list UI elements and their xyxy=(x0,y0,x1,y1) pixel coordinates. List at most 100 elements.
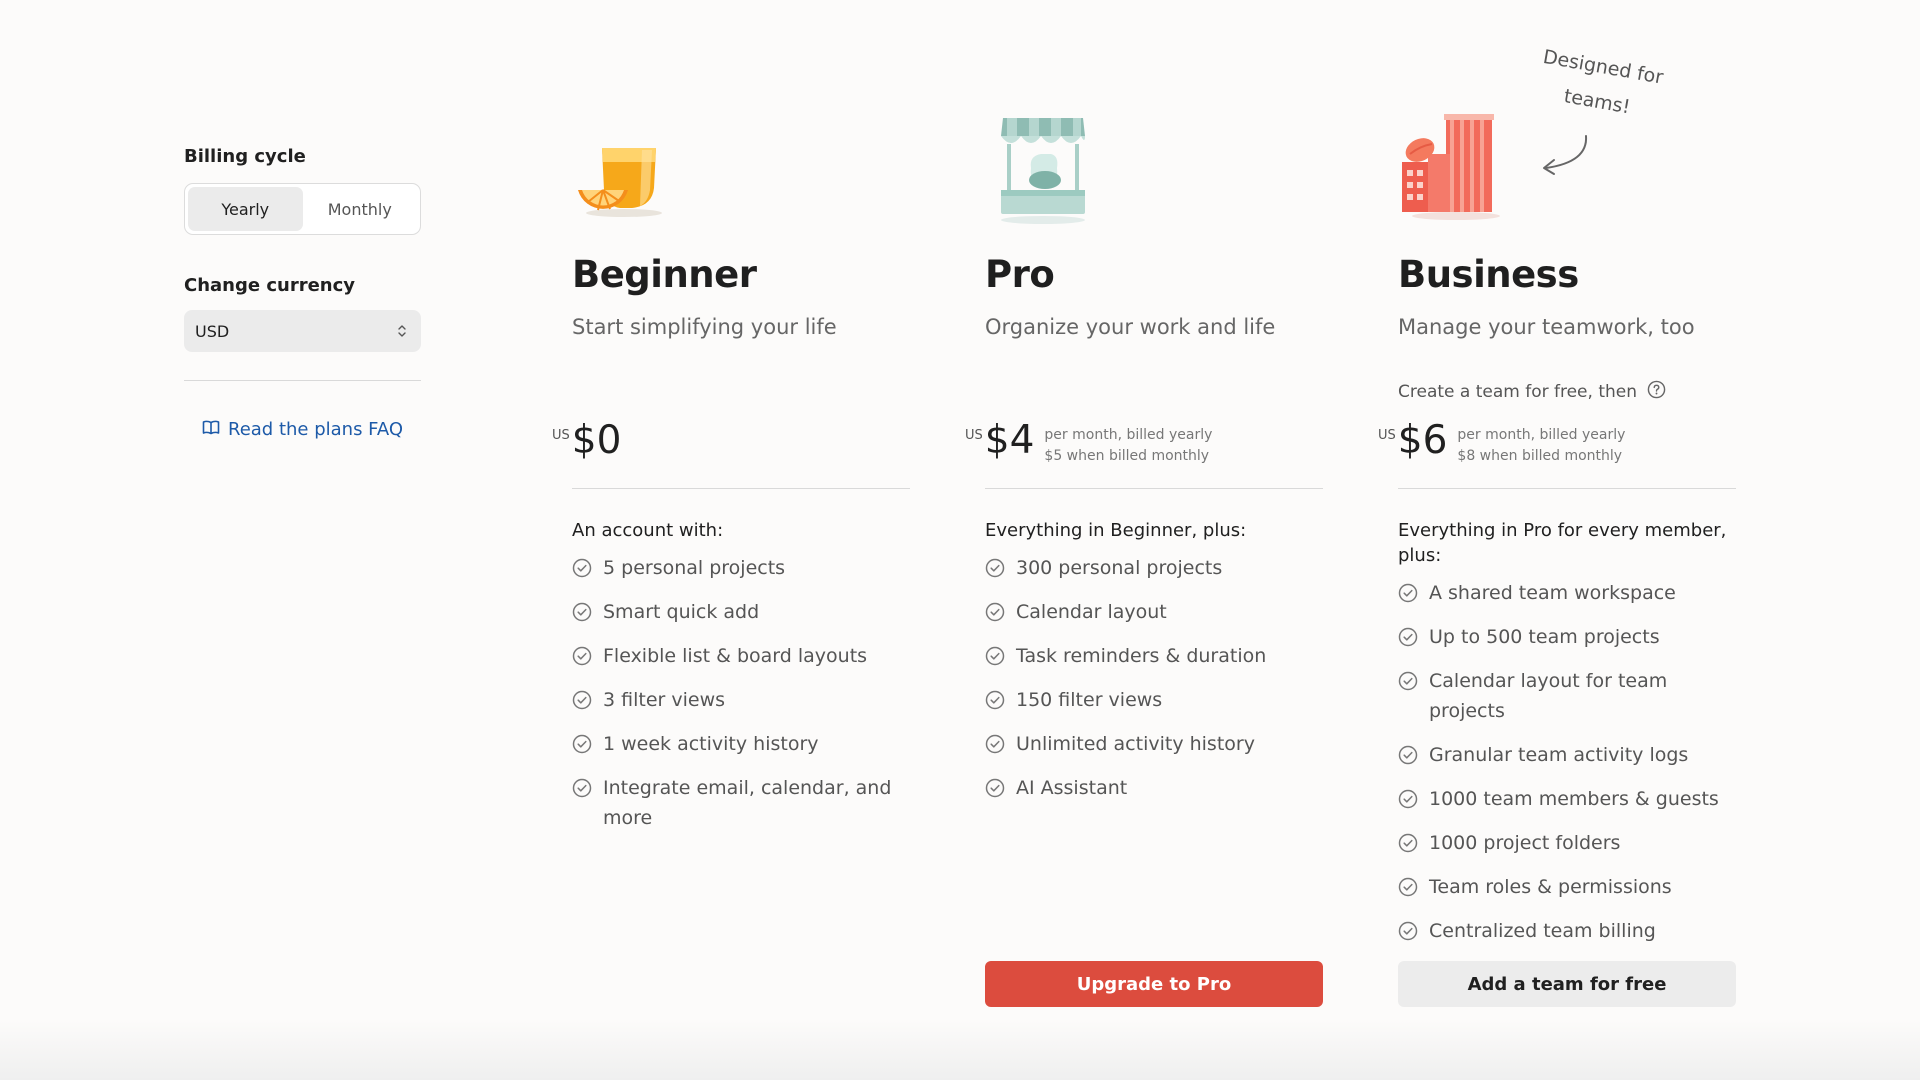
feature-item: AI Assistant xyxy=(985,773,1323,803)
plan-price-beginner: US $0 xyxy=(552,415,621,467)
add-team-for-free-button[interactable]: Add a team for free xyxy=(1398,961,1736,1007)
plan-divider xyxy=(1398,488,1736,489)
annotation-line-2: teams! xyxy=(1562,85,1632,119)
feature-label: 5 personal projects xyxy=(603,557,786,579)
feature-item: Team roles & permissions xyxy=(1398,872,1736,902)
check-circle-icon xyxy=(1398,745,1418,765)
pricing-page: Billing cycle Yearly Monthly Change curr… xyxy=(0,0,1920,1080)
bottom-fade xyxy=(0,1020,1920,1080)
feature-item: Task reminders & duration xyxy=(985,641,1323,671)
check-circle-icon xyxy=(1398,833,1418,853)
feature-item: Integrate email, calendar, and more xyxy=(572,773,910,833)
check-circle-icon xyxy=(1398,583,1418,603)
price-currency-prefix: US xyxy=(552,428,570,443)
feature-item: Calendar layout for team projects xyxy=(1398,666,1736,726)
change-currency-label: Change currency xyxy=(184,275,356,296)
feature-label: 1000 team members & guests xyxy=(1429,788,1719,810)
feature-label: 1000 project folders xyxy=(1429,832,1621,854)
price-amount: $0 xyxy=(571,418,622,463)
feature-item: 300 personal projects xyxy=(985,553,1323,583)
price-amount: $4 xyxy=(984,418,1035,463)
plan-divider xyxy=(572,488,910,489)
price-currency-prefix: US xyxy=(965,428,983,443)
price-currency-prefix: US xyxy=(1378,428,1396,443)
feature-item: 1000 project folders xyxy=(1398,828,1736,858)
feature-item: 1 week activity history xyxy=(572,729,910,759)
orange-juice-glass-icon xyxy=(572,110,692,230)
feature-label: Integrate email, calendar, and more xyxy=(603,777,892,829)
currency-select[interactable]: USD xyxy=(184,310,421,352)
plan-tagline-beginner: Start simplifying your life xyxy=(572,315,837,339)
feature-item: Granular team activity logs xyxy=(1398,740,1736,770)
plan-price-pro: US $4 per month, billed yearly $5 when b… xyxy=(965,415,1212,467)
feature-label: Smart quick add xyxy=(603,601,760,623)
feature-label: 150 filter views xyxy=(1016,689,1163,711)
price-details: per month, billed yearly $8 when billed … xyxy=(1457,425,1625,467)
check-circle-icon xyxy=(572,646,592,666)
price-amount: $6 xyxy=(1397,418,1448,463)
feature-label: Team roles & permissions xyxy=(1429,876,1672,898)
team-free-note-text: Create a team for free, then xyxy=(1398,382,1637,402)
plan-name-business: Business xyxy=(1398,253,1579,296)
plans-sidebar: Billing cycle Yearly Monthly Change curr… xyxy=(184,146,421,440)
feature-item: 5 personal projects xyxy=(572,553,910,583)
plans-faq-link[interactable]: Read the plans FAQ xyxy=(202,419,421,440)
plan-tagline-business: Manage your teamwork, too xyxy=(1398,315,1695,339)
annotation-line-1: Designed for xyxy=(1541,45,1665,89)
designed-for-teams-annotation: Designed for teams! xyxy=(1515,37,1685,134)
feature-label: Flexible list & board layouts xyxy=(603,645,868,667)
check-circle-icon xyxy=(572,690,592,710)
billing-cycle-toggle: Yearly Monthly xyxy=(184,183,421,235)
check-circle-icon xyxy=(985,690,1005,710)
check-circle-icon xyxy=(1398,921,1418,941)
price-details: per month, billed yearly $5 when billed … xyxy=(1044,425,1212,467)
check-circle-icon xyxy=(1398,671,1418,691)
feature-label: Calendar layout xyxy=(1016,601,1167,623)
help-circle-icon[interactable] xyxy=(1647,380,1666,404)
check-circle-icon xyxy=(985,558,1005,578)
feature-label: 300 personal projects xyxy=(1016,557,1223,579)
price-billing-yearly-note: per month, billed yearly xyxy=(1457,427,1626,443)
check-circle-icon xyxy=(572,602,592,622)
features-heading-pro: Everything in Beginner, plus: xyxy=(985,520,1247,541)
feature-item: Calendar layout xyxy=(985,597,1323,627)
check-circle-icon xyxy=(572,558,592,578)
feature-item: Centralized team billing xyxy=(1398,916,1736,946)
check-circle-icon xyxy=(985,602,1005,622)
billing-yearly-button[interactable]: Yearly xyxy=(188,187,303,231)
feature-label: Centralized team billing xyxy=(1429,920,1656,942)
plan-price-business: US $6 per month, billed yearly $8 when b… xyxy=(1378,415,1625,467)
plan-tagline-pro: Organize your work and life xyxy=(985,315,1276,339)
feature-item: Flexible list & board layouts xyxy=(572,641,910,671)
feature-list-beginner: 5 personal projects Smart quick add Flex… xyxy=(572,553,910,847)
upgrade-to-pro-button[interactable]: Upgrade to Pro xyxy=(985,961,1323,1007)
chevron-up-down-icon xyxy=(397,323,407,339)
feature-item: 3 filter views xyxy=(572,685,910,715)
plan-divider xyxy=(985,488,1323,489)
feature-list-pro: 300 personal projects Calendar layout Ta… xyxy=(985,553,1323,817)
feature-item: 1000 team members & guests xyxy=(1398,784,1736,814)
price-billing-yearly-note: per month, billed yearly xyxy=(1044,427,1213,443)
plan-name-beginner: Beginner xyxy=(572,253,757,296)
check-circle-icon xyxy=(985,646,1005,666)
feature-item: Smart quick add xyxy=(572,597,910,627)
billing-cycle-label: Billing cycle xyxy=(184,146,306,167)
feature-list-business: A shared team workspace Up to 500 team p… xyxy=(1398,578,1736,960)
billing-monthly-button[interactable]: Monthly xyxy=(303,187,418,231)
feature-label: Unlimited activity history xyxy=(1016,733,1255,755)
market-stall-icon xyxy=(985,110,1105,230)
feature-label: AI Assistant xyxy=(1016,777,1128,799)
plan-name-pro: Pro xyxy=(985,253,1055,296)
faq-link-label: Read the plans FAQ xyxy=(228,419,404,440)
feature-label: Up to 500 team projects xyxy=(1429,626,1660,648)
currency-value: USD xyxy=(195,321,230,341)
feature-item: 150 filter views xyxy=(985,685,1323,715)
check-circle-icon xyxy=(1398,877,1418,897)
features-heading-business: Everything in Pro for every member, plus… xyxy=(1398,520,1727,566)
book-icon xyxy=(202,419,220,440)
team-free-note: Create a team for free, then xyxy=(1398,380,1666,404)
office-building-icon xyxy=(1398,110,1518,230)
check-circle-icon xyxy=(572,778,592,798)
check-circle-icon xyxy=(1398,789,1418,809)
check-circle-icon xyxy=(985,734,1005,754)
